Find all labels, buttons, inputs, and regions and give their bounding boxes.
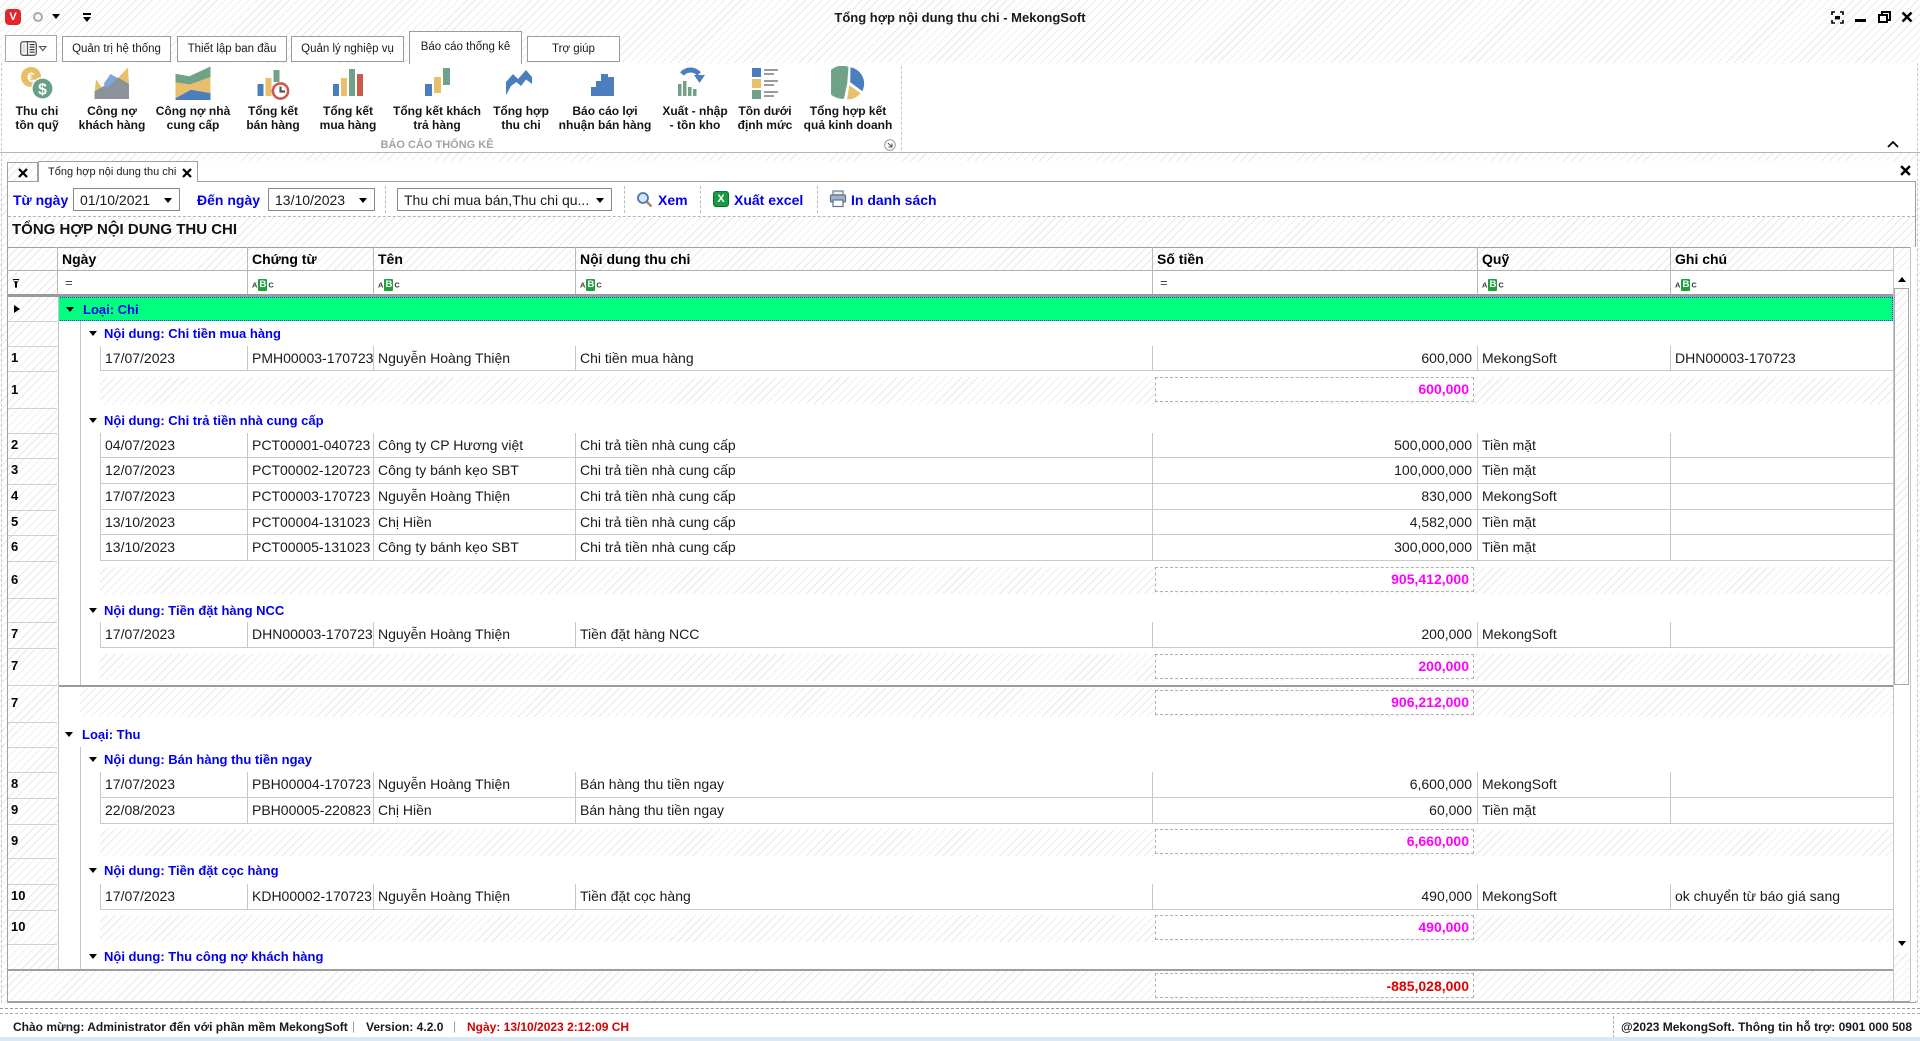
- svg-text:$: $: [38, 82, 47, 99]
